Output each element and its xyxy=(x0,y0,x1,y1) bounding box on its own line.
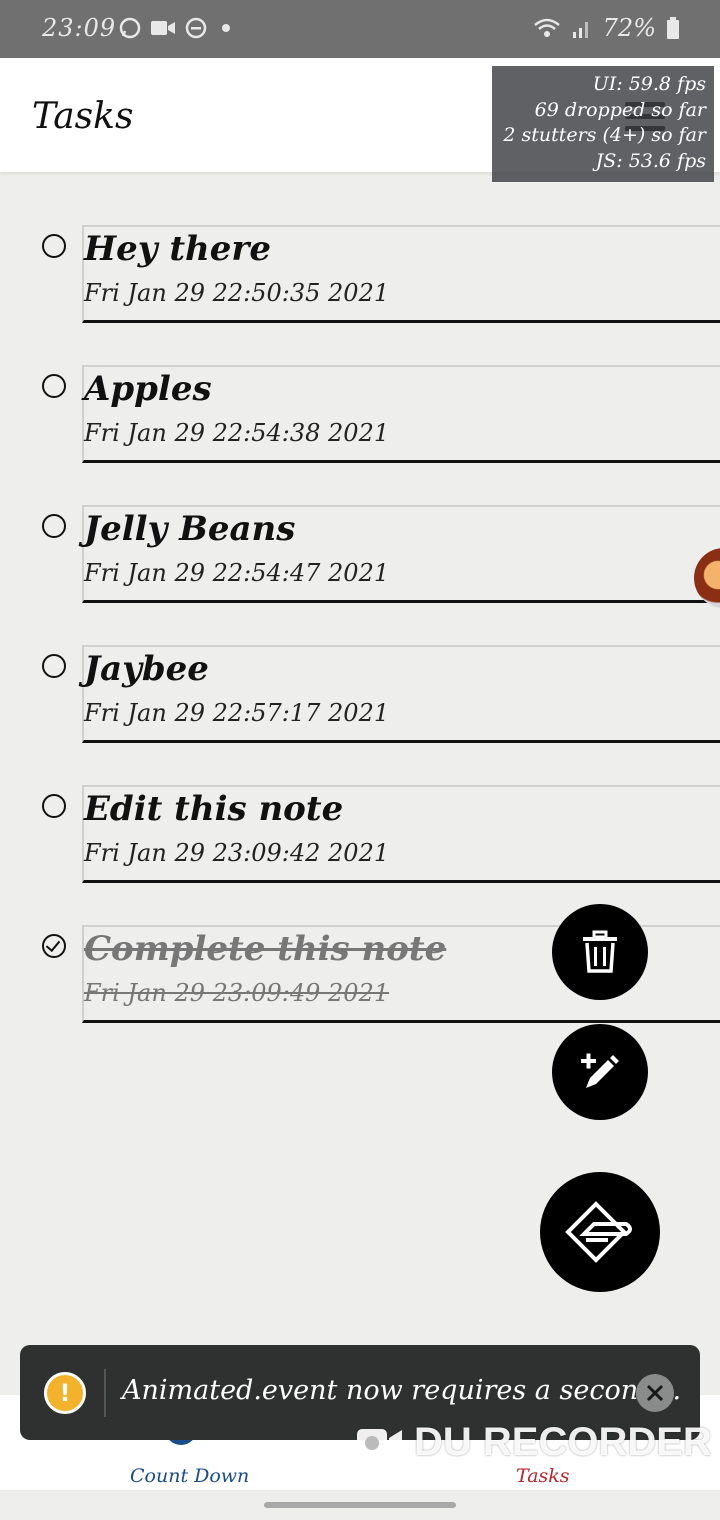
task-checkbox[interactable] xyxy=(42,374,66,398)
task-item[interactable]: Apples Fri Jan 29 22:54:38 2021 xyxy=(0,365,720,465)
tab-count-down[interactable]: Count Down xyxy=(130,1465,249,1487)
status-icons xyxy=(118,16,236,40)
task-title: Complete this note xyxy=(84,929,447,969)
task-card[interactable]: Jaybee Fri Jan 29 22:57:17 2021 xyxy=(82,645,720,743)
ui-fps: UI: 59.8 fps xyxy=(592,73,706,95)
wifi-icon xyxy=(533,18,560,37)
stutters: 2 stutters (4+) so far xyxy=(503,124,706,146)
page-title: Tasks xyxy=(32,96,134,137)
task-item[interactable]: Jelly Beans Fri Jan 29 22:54:47 2021 xyxy=(0,505,720,605)
task-checkbox[interactable] xyxy=(42,514,66,538)
js-fps: JS: 53.6 fps xyxy=(595,149,706,172)
signal-icon xyxy=(572,22,588,38)
task-item[interactable]: Hey there Fri Jan 29 22:50:35 2021 xyxy=(0,225,720,325)
task-card[interactable]: Hey there Fri Jan 29 22:50:35 2021 xyxy=(82,225,720,323)
task-title: Jaybee xyxy=(84,649,209,689)
tab-tasks[interactable]: Tasks xyxy=(516,1465,570,1487)
status-right: 72% xyxy=(533,14,680,42)
battery-percent: 72% xyxy=(602,14,656,42)
dropped-frames: 69 dropped so far xyxy=(534,98,706,121)
task-item[interactable]: Jaybee Fri Jan 29 22:57:17 2021 xyxy=(0,645,720,745)
status-bar: 23:09 72% xyxy=(0,0,720,58)
compose-icon xyxy=(565,1201,632,1263)
task-date: Fri Jan 29 22:54:38 2021 xyxy=(84,419,390,447)
warning-icon: ! xyxy=(44,1372,86,1414)
snackbar-divider xyxy=(104,1369,106,1417)
watermark-text: DU RECORDER xyxy=(414,1420,712,1464)
task-item[interactable]: Edit this note Fri Jan 29 23:09:42 2021 xyxy=(0,785,720,885)
trash-icon xyxy=(583,930,617,973)
task-card[interactable]: Apples Fri Jan 29 22:54:38 2021 xyxy=(82,365,720,463)
task-checkbox-checked[interactable] xyxy=(42,934,66,958)
edit-pen-icon xyxy=(581,1053,619,1088)
task-checkbox[interactable] xyxy=(42,654,66,678)
whatsapp-icon xyxy=(119,17,141,39)
close-icon xyxy=(646,1384,664,1402)
task-date: Fri Jan 29 22:50:35 2021 xyxy=(84,279,390,307)
video-camera-icon xyxy=(357,1428,402,1457)
task-date: Fri Jan 29 23:09:42 2021 xyxy=(84,839,390,867)
task-date: Fri Jan 29 22:54:47 2021 xyxy=(84,559,390,587)
task-checkbox[interactable] xyxy=(42,234,66,258)
task-title: Edit this note xyxy=(84,789,344,829)
system-nav-bar xyxy=(0,1490,720,1520)
task-date: Fri Jan 29 22:57:17 2021 xyxy=(84,699,390,727)
task-title: Jelly Beans xyxy=(84,509,296,549)
edit-button[interactable] xyxy=(552,1024,648,1120)
home-indicator[interactable] xyxy=(264,1502,456,1508)
recorder-watermark: DU RECORDER xyxy=(356,1420,712,1465)
battery-icon xyxy=(667,17,679,39)
status-time: 23:09 xyxy=(42,14,117,42)
task-date: Fri Jan 29 23:09:49 2021 xyxy=(84,979,390,1007)
dot-icon xyxy=(222,24,230,32)
perf-monitor: UI: 59.8 fps 69 dropped so far 2 stutter… xyxy=(492,66,714,182)
delete-button[interactable] xyxy=(552,904,648,1000)
main-action-button[interactable] xyxy=(540,1172,660,1292)
snackbar-message: Animated.event now requires a second... xyxy=(122,1375,682,1406)
video-camera-icon xyxy=(151,21,175,35)
task-title: Apples xyxy=(84,369,212,409)
task-card[interactable]: Jelly Beans Fri Jan 29 22:54:47 2021 xyxy=(82,505,720,603)
task-checkbox[interactable] xyxy=(42,794,66,818)
task-title: Hey there xyxy=(84,229,271,269)
close-button[interactable] xyxy=(636,1374,674,1412)
task-card[interactable]: Edit this note Fri Jan 29 23:09:42 2021 xyxy=(82,785,720,883)
do-not-disturb-icon xyxy=(185,17,207,39)
